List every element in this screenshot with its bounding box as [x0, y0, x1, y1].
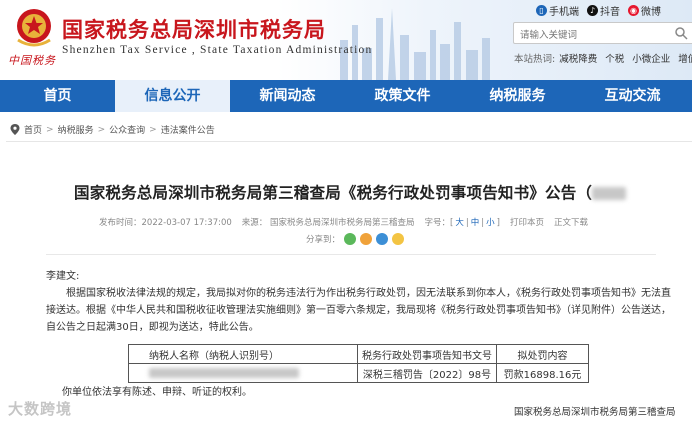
search-icon[interactable]	[674, 26, 688, 40]
penalty-table: 纳税人名称（纳税人识别号） 税务行政处罚事项告知书文号 拟处罚内容 深税三稽罚告…	[128, 344, 589, 383]
top-link-douyin[interactable]: ♪ 抖音	[587, 3, 620, 18]
nav-home[interactable]: 首页	[0, 80, 115, 112]
table-header: 拟处罚内容	[496, 344, 589, 364]
hot-word-link[interactable]: 小微企业	[632, 51, 670, 65]
top-link-label: 手机端	[549, 7, 579, 18]
weibo-share-icon[interactable]	[360, 233, 373, 245]
share-bar: 分享到：	[306, 233, 405, 245]
publish-time: 发布时间：2022-03-07 17:37:00	[99, 218, 232, 228]
article-divider	[46, 254, 656, 255]
table-cell: 深税三稽罚告〔2022〕98号	[357, 363, 497, 383]
article-meta: 发布时间：2022-03-07 17:37:00 来源： 国家税务总局深圳市税务…	[99, 216, 588, 228]
wechat-share-icon[interactable]	[344, 233, 357, 245]
qzone-share-icon[interactable]	[376, 233, 389, 245]
top-link-weibo[interactable]: ◉ 微博	[628, 3, 661, 18]
hot-word-link[interactable]: 减税降费	[559, 51, 597, 65]
site-title[interactable]: 国家税务总局深圳市税务局	[62, 14, 326, 44]
closing-text: 你单位依法享有陈述、申辩、听证的权利。	[62, 387, 252, 398]
weibo-icon: ◉	[628, 5, 639, 16]
redacted-taxpayer-name	[149, 367, 299, 378]
breadcrumb: 首页 > 纳税服务 > 公众查询 > 违法案件公告	[10, 123, 215, 136]
font-size-small[interactable]: 小	[486, 218, 495, 228]
breadcrumb-separator: >	[149, 124, 157, 135]
article-source: 来源： 国家税务总局深圳市税务局第三稽查局	[241, 218, 415, 228]
font-size-big[interactable]: 大	[455, 218, 464, 228]
font-size-label: 字号：	[424, 218, 451, 228]
breadcrumb-current[interactable]: 违法案件公告	[161, 123, 215, 136]
greeting: 李建文:	[46, 271, 80, 282]
location-pin-icon	[10, 124, 20, 135]
article-title: 国家税务总局深圳市税务局第三稽查局《税务行政处罚事项告知书》公告（	[74, 181, 627, 203]
font-size-medium[interactable]: 中	[471, 218, 480, 228]
nav-info-disclosure[interactable]: 信息公开	[115, 80, 230, 112]
douyin-icon: ♪	[587, 5, 598, 16]
site-subtitle: Shenzhen Tax Service , State Taxation Ad…	[62, 44, 373, 56]
table-row: 深税三稽罚告〔2022〕98号 罚款16898.16元	[128, 363, 589, 383]
search-box	[513, 22, 692, 46]
watermark: 大数跨境	[8, 400, 73, 418]
download-link[interactable]: 正文下载	[554, 216, 588, 228]
breadcrumb-home[interactable]: 首页	[24, 123, 42, 136]
table-cell: 罚款16898.16元	[496, 363, 589, 383]
hot-word-link[interactable]: 个税	[605, 51, 624, 65]
font-size-control: 字号：[大 | 中 | 小]	[424, 218, 500, 228]
site-header: 中国税务 国家税务总局深圳市税务局 Shenzhen Tax Service ,…	[0, 0, 692, 80]
mobile-icon: ▯	[536, 5, 547, 16]
breadcrumb-divider	[6, 141, 692, 142]
nav-interaction[interactable]: 互动交流	[575, 80, 690, 112]
breadcrumb-separator: >	[46, 124, 54, 135]
nav-tax-service[interactable]: 纳税服务	[460, 80, 575, 112]
table-cell-taxpayer	[128, 363, 358, 383]
redacted-taxpayer-id	[592, 187, 627, 200]
signature: 国家税务总局深圳市税务局第三稽查局	[514, 407, 676, 418]
breadcrumb-tax-service[interactable]: 纳税服务	[58, 123, 94, 136]
print-link[interactable]: 打印本页	[510, 216, 544, 228]
hot-word-link[interactable]: 增值税	[678, 51, 692, 65]
search-input[interactable]	[514, 25, 664, 46]
hot-words: 本站热词: 减税降费 个税 小微企业 增值税	[514, 51, 692, 65]
table-header: 税务行政处罚事项告知书文号	[357, 344, 497, 364]
top-links: ▯ 手机端 ♪ 抖音 ◉ 微博	[536, 3, 661, 18]
article-title-text: 国家税务总局深圳市税务局第三稽查局《税务行政处罚事项告知书》公告（	[74, 184, 593, 202]
table-header: 纳税人名称（纳税人识别号）	[128, 344, 358, 364]
main-nav: 首页 信息公开 新闻动态 政策文件 纳税服务 互动交流	[0, 80, 692, 112]
table-header-row: 纳税人名称（纳税人识别号） 税务行政处罚事项告知书文号 拟处罚内容	[128, 344, 589, 364]
hot-words-label: 本站热词:	[514, 54, 556, 65]
paragraph: 根据国家税收法律法规的规定，我局拟对你的税务违法行为作出税务行政处罚，因无法联系…	[46, 288, 671, 333]
national-emblem-logo	[17, 9, 51, 47]
nav-news[interactable]: 新闻动态	[230, 80, 345, 112]
top-link-label: 微博	[641, 7, 661, 18]
logo-text: 中国税务	[8, 54, 56, 67]
top-link-mobile[interactable]: ▯ 手机端	[536, 3, 579, 18]
breadcrumb-separator: >	[97, 124, 106, 135]
more-share-icon[interactable]	[392, 233, 405, 245]
top-link-label: 抖音	[600, 7, 620, 18]
nav-policy-docs[interactable]: 政策文件	[345, 80, 460, 112]
article-body: 李建文: 根据国家税收法律法规的规定，我局拟对你的税务违法行为作出税务行政处罚，…	[46, 268, 676, 336]
breadcrumb-public-query[interactable]: 公众查询	[109, 123, 145, 136]
share-label: 分享到：	[306, 235, 341, 245]
city-skyline-image	[340, 8, 490, 80]
